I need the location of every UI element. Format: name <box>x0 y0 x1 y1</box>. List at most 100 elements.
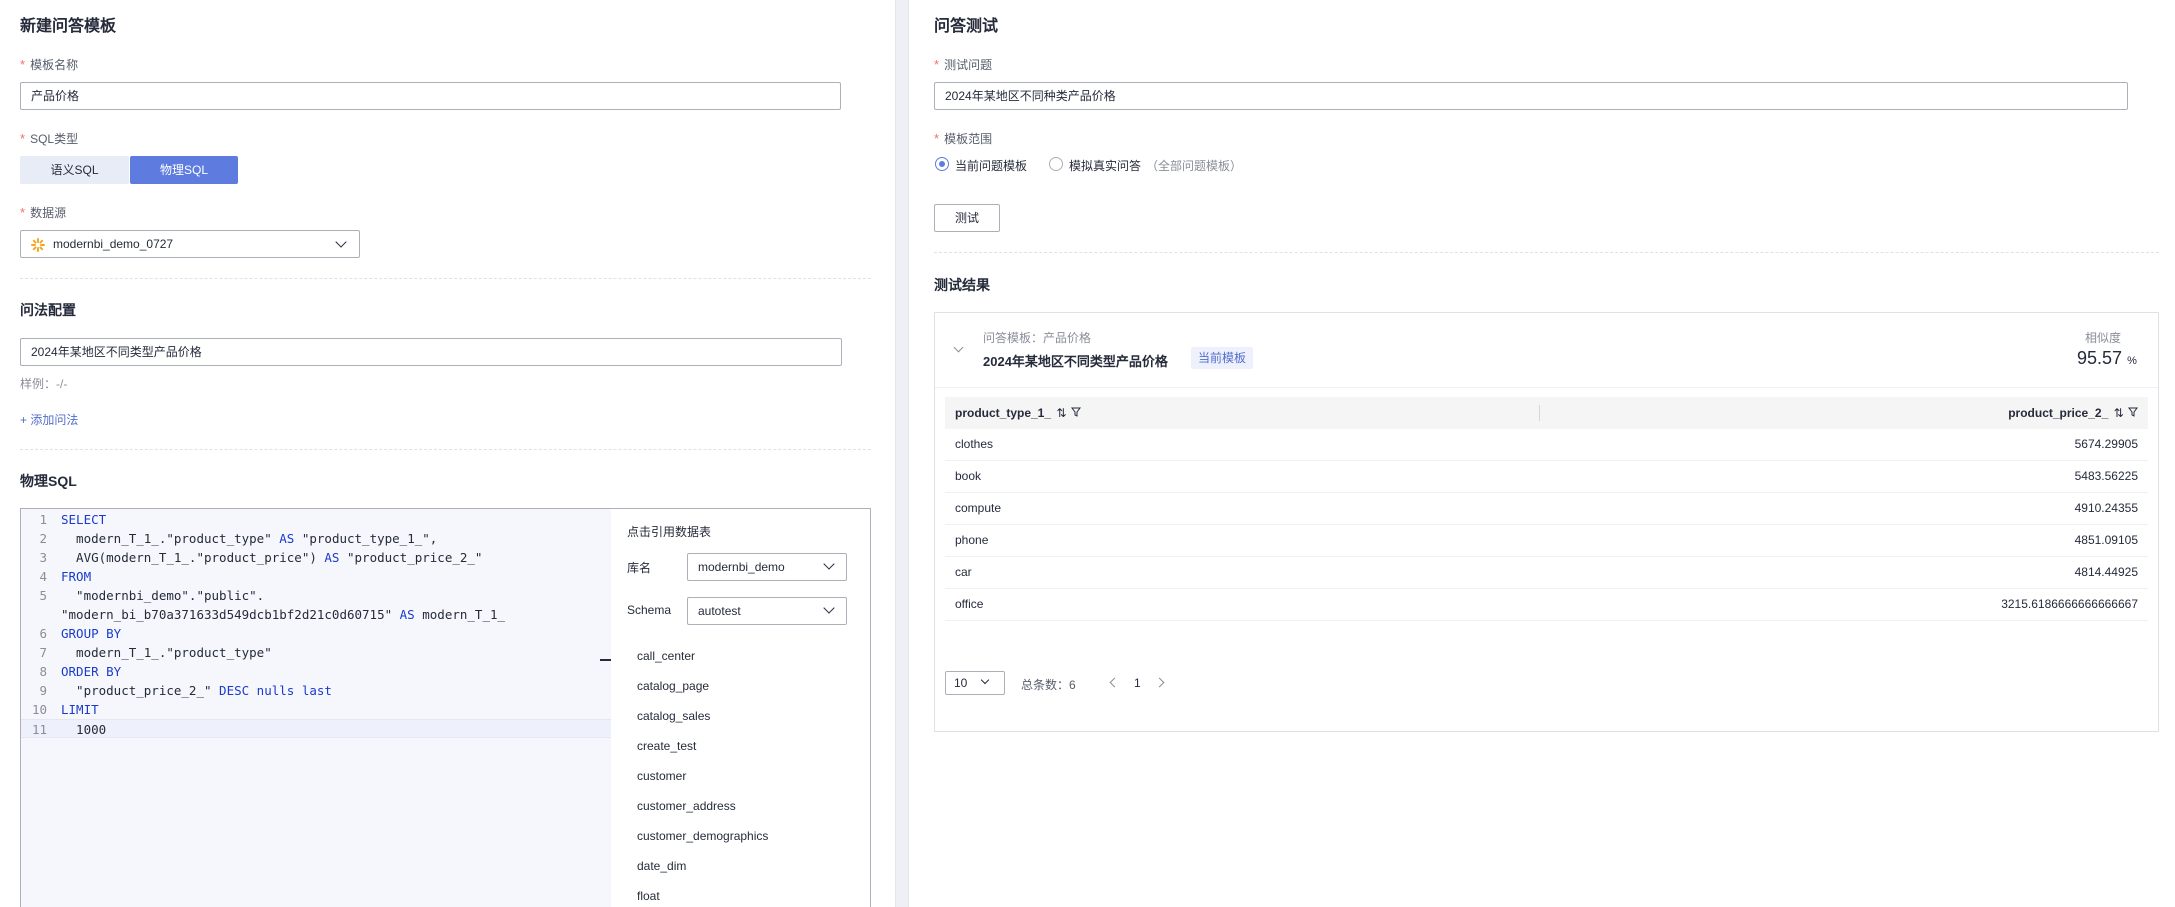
sql-line[interactable]: 3 AVG(modern_T_1_."product_price") AS "p… <box>21 548 611 567</box>
sql-line[interactable]: 2 modern_T_1_."product_type" AS "product… <box>21 529 611 548</box>
next-page-icon[interactable] <box>1154 677 1165 688</box>
cell-product-price: 5674.29905 <box>2074 437 2138 451</box>
table-list-item[interactable]: date_dim <box>637 859 686 873</box>
semantic-sql-option[interactable]: 语义SQL <box>20 156 129 184</box>
datasource-icon <box>31 238 45 252</box>
sql-line-text: FROM <box>61 567 91 586</box>
sql-token: "modernbi_demo"."public". <box>61 588 265 603</box>
cell-product-type: book <box>955 469 982 483</box>
sql-line[interactable]: 7 modern_T_1_."product_type" <box>21 643 611 662</box>
filter-icon[interactable] <box>2128 397 2138 429</box>
column-header-product-price: product_price_2_ ⇅ <box>2008 397 2138 429</box>
db-select[interactable]: modernbi_demo <box>687 553 847 581</box>
page: 新建问答模板 * 模板名称 产品价格 * SQL类型 语义SQL 物理SQL * 数据… <box>0 0 2175 907</box>
table-row: car 4814.44925 <box>945 557 2148 589</box>
sql-token: modern_T_1_ <box>414 607 506 622</box>
question-config-title: 问法配置 <box>20 302 76 318</box>
sql-line-text: "modernbi_demo"."public". <box>61 586 264 605</box>
collapse-chevron-icon[interactable] <box>953 342 964 353</box>
template-scope-label: * 模板范围 <box>934 131 993 146</box>
sql-keyword: AS <box>399 607 415 622</box>
physical-sql-option[interactable]: 物理SQL <box>130 156 238 184</box>
sql-token: modern_T_1_."product_type" <box>61 645 272 660</box>
line-number: 9 <box>39 683 47 698</box>
scope-current-label[interactable]: 当前问题模板 <box>955 157 1027 174</box>
sql-token: "product_price_2_" <box>61 683 220 698</box>
result-card: 问答模板：产品价格 2024年某地区不同类型产品价格 当前模板 相似度 95.5… <box>934 312 2159 732</box>
sql-code-area[interactable]: 1 SELECT 2 modern_T_1_."product_type" AS "… <box>21 509 611 907</box>
add-question-link[interactable]: + 添加问法 <box>20 411 78 428</box>
current-page[interactable]: 1 <box>1134 676 1141 690</box>
table-list-item[interactable]: customer_address <box>637 799 736 813</box>
table-list-item[interactable]: customer <box>637 769 686 783</box>
line-number: 4 <box>39 569 47 584</box>
sql-line[interactable]: "modern_bi_b70a371633d549dcb1bf2d21c0d60… <box>21 605 611 624</box>
sql-keyword: FROM <box>61 569 92 584</box>
table-list-item[interactable]: float <box>637 889 660 903</box>
section-divider <box>20 278 871 279</box>
panel-title: 新建问答模板 <box>20 18 117 35</box>
sql-token: AVG(modern_T_1_."product_price") <box>61 550 325 565</box>
column-header-product-type: product_type_1_ ⇅ <box>955 397 1081 429</box>
scope-current-radio[interactable] <box>935 157 949 171</box>
cell-product-type: phone <box>955 533 989 547</box>
sql-line-text: "product_price_2_" DESC nulls last <box>61 681 332 700</box>
sort-icon[interactable]: ⇅ <box>1056 406 1066 420</box>
sql-line[interactable]: 8 ORDER BY <box>21 662 611 681</box>
schema-select[interactable]: autotest <box>687 597 847 625</box>
datasource-select[interactable]: modernbi_demo_0727 <box>20 230 360 258</box>
sql-line[interactable]: 5 "modernbi_demo"."public". <box>21 586 611 605</box>
table-list-item[interactable]: call_center <box>637 649 695 663</box>
table-list-item[interactable]: customer_demographics <box>637 829 768 843</box>
sort-icon[interactable]: ⇅ <box>2114 406 2124 420</box>
sql-keyword: SELECT <box>61 512 107 527</box>
sql-type-label: * SQL类型 <box>20 131 79 146</box>
sql-line[interactable]: 6 GROUP BY <box>21 624 611 643</box>
column-separator[interactable] <box>1539 405 1540 421</box>
sql-keyword: LIMIT <box>61 702 99 717</box>
sql-token: "product_type_1_", <box>294 531 438 546</box>
schema-label: Schema <box>627 603 672 617</box>
panel-splitter[interactable] <box>895 0 909 907</box>
table-header: product_type_1_ ⇅ product_price_2_ ⇅ <box>945 397 2148 429</box>
template-name-label: * 模板名称 <box>20 57 79 72</box>
cell-product-type: compute <box>955 501 1002 515</box>
sql-line[interactable]: 1 SELECT <box>21 510 611 529</box>
table-row: book 5483.56225 <box>945 461 2148 493</box>
db-label: 库名 <box>627 561 652 575</box>
cell-product-price: 3215.6186666666666667 <box>2001 597 2138 611</box>
line-number: 6 <box>39 626 47 641</box>
table-row: office 3215.6186666666666667 <box>945 589 2148 621</box>
sql-line-text: "modern_bi_b70a371633d549dcb1bf2d21c0d60… <box>61 605 505 624</box>
sql-line[interactable]: 9 "product_price_2_" DESC nulls last <box>21 681 611 700</box>
required-mark: * <box>20 205 26 220</box>
scope-simulate-label[interactable]: 模拟真实问答 <box>1069 157 1141 174</box>
sql-line[interactable]: 10 LIMIT <box>21 700 611 719</box>
sql-line-text: modern_T_1_."product_type" AS "product_t… <box>61 529 437 548</box>
sql-line-text: modern_T_1_."product_type" <box>61 643 272 662</box>
line-number: 7 <box>39 645 47 660</box>
physical-sql-title: 物理SQL <box>20 473 77 489</box>
page-size-select[interactable]: 10 <box>945 671 1005 695</box>
test-question-input[interactable]: 2024年某地区不同种类产品价格 <box>934 82 2128 110</box>
sql-line[interactable]: 11 1000 <box>21 719 611 738</box>
test-panel-title: 问答测试 <box>934 18 999 35</box>
sql-line[interactable]: 4 FROM <box>21 567 611 586</box>
sql-line-text: AVG(modern_T_1_."product_price") AS "pro… <box>61 548 482 567</box>
table-list-item[interactable]: create_test <box>637 739 696 753</box>
filter-icon[interactable] <box>1070 397 1081 429</box>
question-pattern-input[interactable]: 2024年某地区不同类型产品价格 <box>20 338 842 366</box>
sql-line-text: 1000 <box>61 720 106 739</box>
table-list-item[interactable]: catalog_page <box>637 679 709 693</box>
resize-handle[interactable] <box>600 659 611 661</box>
template-name-input[interactable]: 产品价格 <box>20 82 841 110</box>
datasource-value: modernbi_demo_0727 <box>53 237 174 251</box>
line-number: 3 <box>39 550 47 565</box>
table-row: clothes 5674.29905 <box>945 429 2148 461</box>
required-mark: * <box>20 131 26 146</box>
prev-page-icon[interactable] <box>1109 677 1120 688</box>
table-list-item[interactable]: catalog_sales <box>637 709 710 723</box>
test-button[interactable]: 测试 <box>934 204 1000 232</box>
scope-simulate-radio[interactable] <box>1049 157 1063 171</box>
test-result-title: 测试结果 <box>934 277 990 293</box>
